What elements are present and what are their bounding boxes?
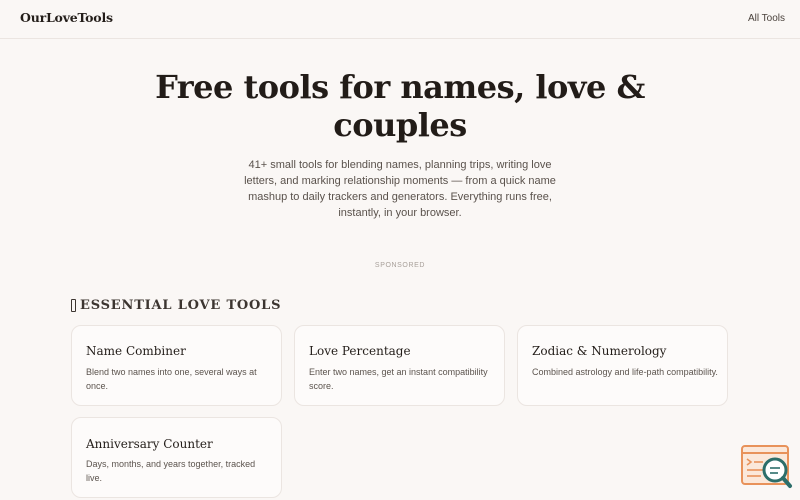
search-document-icon [741,445,792,488]
tool-card-anniversary-counter[interactable]: Anniversary Counter Days, months, and ye… [71,417,282,498]
hero-subtitle: 41+ small tools for blending names, plan… [244,159,556,219]
section-heading-text: ESSENTIAL LOVE TOOLS [80,298,282,313]
section-heading: ESSENTIAL LOVE TOOLS [71,298,281,313]
sponsored-label: SPONSORED [374,262,426,269]
top-bar: OurLoveTools All Tools [0,0,800,39]
card-title: Anniversary Counter [86,437,213,451]
card-description: Days, months, and years together, tracke… [86,459,256,483]
hero-title: Free tools for names, love & couples [155,68,645,144]
bookmark-icon [71,299,76,312]
tool-card-name-combiner[interactable]: Name Combiner Blend two names into one, … [71,325,282,406]
card-title: Name Combiner [86,344,186,358]
tool-card-zodiac-numerology[interactable]: Zodiac & Numerology Combined astrology a… [517,325,728,406]
floating-search-widget[interactable] [741,445,793,489]
card-description: Enter two names, get an instant compatib… [309,367,488,391]
card-description: Blend two names into one, several ways a… [86,367,257,391]
nav-all-tools-link[interactable]: All Tools [748,13,785,24]
tool-card-love-percentage[interactable]: Love Percentage Enter two names, get an … [294,325,505,406]
card-title: Zodiac & Numerology [532,344,667,358]
site-logo[interactable]: OurLoveTools [20,10,113,25]
card-title: Love Percentage [309,344,411,358]
card-description: Combined astrology and life-path compati… [532,367,718,377]
